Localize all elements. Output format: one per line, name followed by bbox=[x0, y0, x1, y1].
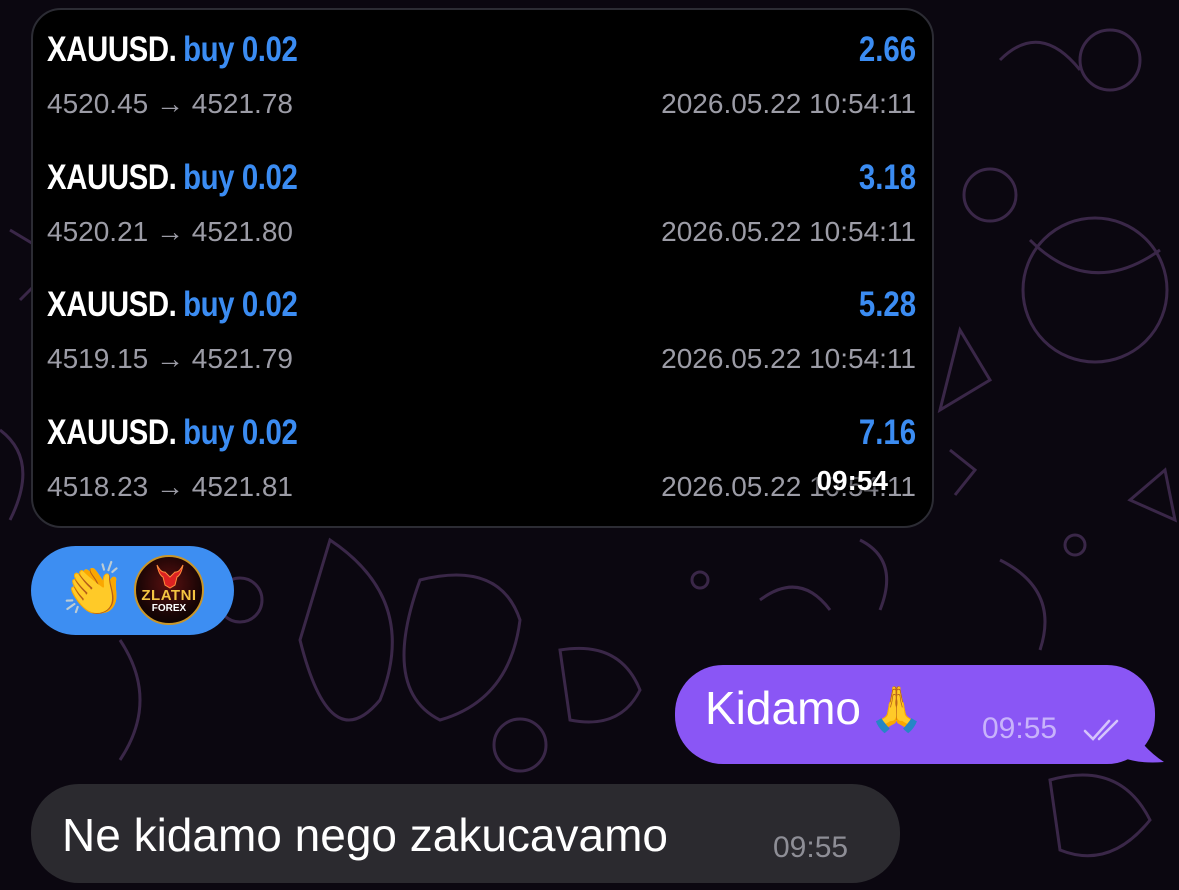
trade-row: XAUUSD. buy 0.02 7.16 4518.23 → 4521.81 2… bbox=[47, 393, 916, 503]
clapping-hands-icon: 👏 bbox=[61, 560, 126, 620]
trade-side: buy 0.02 bbox=[183, 30, 298, 69]
trade-profit: 5.28 bbox=[858, 285, 916, 324]
incoming-message-bubble[interactable]: Ne kidamo nego zakucavamo 09:55 bbox=[31, 784, 900, 883]
trade-datetime: 2026.05.22 10:54:11 bbox=[661, 343, 916, 374]
trade-row: XAUUSD. buy 0.02 2.66 4520.45 → 4521.78 2… bbox=[47, 10, 916, 120]
outgoing-message-text: Kidamo 🙏 bbox=[705, 682, 924, 735]
outgoing-message-bubble[interactable]: Kidamo 🙏 09:55 bbox=[675, 665, 1155, 764]
trade-row: XAUUSD. buy 0.02 3.18 4520.21 → 4521.80 2… bbox=[47, 138, 916, 248]
trade-symbol: XAUUSD. buy 0.02 bbox=[47, 413, 298, 452]
trade-prices: 4520.21 → 4521.80 bbox=[47, 216, 293, 247]
bull-logo-icon bbox=[156, 564, 184, 589]
trade-datetime: 2026.05.22 10:54:11 bbox=[661, 88, 916, 119]
incoming-message-text: Ne kidamo nego zakucavamo bbox=[62, 809, 668, 861]
trade-symbol: XAUUSD. buy 0.02 bbox=[47, 285, 298, 324]
trade-summary-card[interactable]: XAUUSD. buy 0.02 2.66 4520.45 → 4521.78 2… bbox=[31, 8, 934, 528]
double-check-icon bbox=[1083, 719, 1119, 741]
trade-symbol: XAUUSD. buy 0.02 bbox=[47, 158, 298, 197]
message-time: 09:55 bbox=[982, 712, 1058, 745]
trade-symbol: XAUUSD. buy 0.02 bbox=[47, 30, 298, 69]
trade-row: XAUUSD. buy 0.02 5.28 4519.15 → 4521.79 2… bbox=[47, 265, 916, 375]
trade-side: buy 0.02 bbox=[183, 158, 298, 197]
message-time: 09:55 bbox=[773, 831, 849, 864]
trade-datetime: 2026.05.22 10:54:11 bbox=[661, 216, 916, 247]
trade-profit: 7.16 bbox=[858, 413, 916, 452]
trade-profit: 3.18 bbox=[858, 158, 916, 197]
avatar-brand-top: ZLATNI bbox=[141, 587, 197, 604]
trade-side: buy 0.02 bbox=[183, 285, 298, 324]
trade-profit: 2.66 bbox=[858, 30, 916, 69]
reaction-pill[interactable]: 👏 ZLATNI FOREX bbox=[31, 546, 234, 635]
avatar-brand-bottom: FOREX bbox=[151, 603, 187, 614]
trade-prices: 4520.45 → 4521.78 bbox=[47, 88, 293, 119]
message-time: 09:54 bbox=[816, 465, 888, 496]
folded-hands-icon: 🙏 bbox=[868, 684, 924, 735]
avatar[interactable]: ZLATNI FOREX bbox=[134, 555, 204, 625]
trade-prices: 4518.23 → 4521.81 bbox=[47, 471, 293, 502]
trade-side: buy 0.02 bbox=[183, 413, 298, 452]
trade-prices: 4519.15 → 4521.79 bbox=[47, 343, 293, 374]
